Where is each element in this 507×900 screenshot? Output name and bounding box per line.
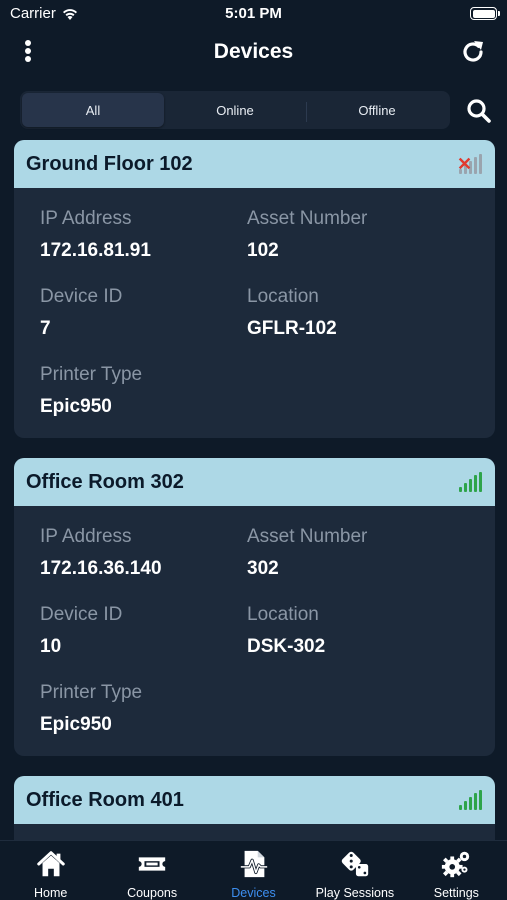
asset-number-label: Asset Number bbox=[247, 526, 368, 547]
tab-devices-label: Devices bbox=[231, 886, 276, 900]
device-id-label: Device ID bbox=[40, 604, 123, 625]
tab-settings-label: Settings bbox=[433, 886, 479, 900]
device-id-label: Device ID bbox=[40, 286, 123, 307]
asset-number-value: 102 bbox=[247, 240, 279, 261]
asset-number-value: 302 bbox=[247, 558, 279, 579]
device-list: Ground Floor 102 ✕ IP Address 172.16.81.… bbox=[14, 140, 495, 884]
ip-address-label: IP Address bbox=[40, 208, 132, 229]
battery-icon bbox=[470, 7, 500, 20]
tab-play-sessions-label: Play Sessions bbox=[315, 886, 395, 900]
filter-all[interactable]: All bbox=[22, 93, 164, 127]
device-card-header: Ground Floor 102 ✕ bbox=[14, 140, 495, 188]
printer-type-value: Epic950 bbox=[40, 396, 112, 417]
tab-devices[interactable]: Devices bbox=[203, 841, 304, 900]
home-icon bbox=[36, 851, 65, 877]
signal-online-icon bbox=[459, 472, 483, 492]
device-card[interactable]: Ground Floor 102 ✕ IP Address 172.16.81.… bbox=[14, 140, 495, 438]
tab-home[interactable]: Home bbox=[0, 841, 101, 900]
signal-offline-icon: ✕ bbox=[457, 154, 483, 174]
device-card-header: Office Room 302 bbox=[14, 458, 495, 506]
location-field: Location GFLR-102 bbox=[247, 286, 337, 340]
clock: 5:01 PM bbox=[225, 5, 282, 22]
device-id-value: 7 bbox=[40, 318, 51, 339]
asset-number-field: Asset Number 302 bbox=[247, 526, 367, 580]
printer-type-value: Epic950 bbox=[40, 714, 112, 735]
status-filter: All Online Offline bbox=[20, 91, 450, 129]
device-card[interactable]: Office Room 302 IP Address 172.16.36.140… bbox=[14, 458, 495, 756]
location-field: Location DSK-302 bbox=[247, 604, 325, 658]
page-title: Devices bbox=[213, 40, 294, 63]
signal-online-icon bbox=[459, 790, 483, 810]
device-card-header: Office Room 401 bbox=[14, 776, 495, 824]
printer-type-label: Printer Type bbox=[40, 364, 143, 385]
tab-bar: Home Coupons Devices Play Sessions Setti… bbox=[0, 840, 507, 900]
filter-offline[interactable]: Offline bbox=[306, 93, 448, 127]
location-value: GFLR-102 bbox=[247, 318, 337, 339]
tab-play-sessions[interactable]: Play Sessions bbox=[304, 841, 405, 900]
device-id-field: Device ID 10 bbox=[40, 604, 122, 658]
tab-coupons-label: Coupons bbox=[127, 886, 178, 900]
tab-coupons[interactable]: Coupons bbox=[101, 841, 202, 900]
gears-icon bbox=[442, 851, 470, 878]
device-details: IP Address 172.16.36.140 Asset Number 30… bbox=[14, 506, 495, 756]
filter-online[interactable]: Online bbox=[164, 93, 306, 127]
device-name: Office Room 302 bbox=[26, 470, 184, 493]
ip-address-value: 172.16.36.140 bbox=[40, 558, 162, 579]
asset-number-field: Asset Number 102 bbox=[247, 208, 367, 262]
navigation-bar: Devices bbox=[0, 28, 507, 78]
device-id-field: Device ID 7 bbox=[40, 286, 122, 340]
ticket-icon bbox=[138, 857, 166, 871]
ip-address-field: IP Address 172.16.36.140 bbox=[40, 526, 162, 580]
tab-settings[interactable]: Settings bbox=[406, 841, 507, 900]
printer-type-field: Printer Type Epic950 bbox=[40, 364, 142, 418]
status-bar: Carrier 5:01 PM bbox=[0, 0, 507, 28]
search-icon[interactable] bbox=[465, 97, 493, 125]
device-details: IP Address 172.16.81.91 Asset Number 102… bbox=[14, 188, 495, 438]
ip-address-label: IP Address bbox=[40, 526, 132, 547]
location-label: Location bbox=[247, 604, 319, 625]
device-name: Office Room 401 bbox=[26, 788, 184, 811]
location-value: DSK-302 bbox=[247, 636, 326, 657]
device-id-value: 10 bbox=[40, 636, 62, 657]
asset-number-label: Asset Number bbox=[247, 208, 368, 229]
printer-type-label: Printer Type bbox=[40, 682, 143, 703]
dice-icon bbox=[341, 851, 369, 877]
device-name: Ground Floor 102 bbox=[26, 152, 193, 175]
ip-address-field: IP Address 172.16.81.91 bbox=[40, 208, 151, 262]
device-pulse-icon bbox=[240, 850, 267, 878]
devices-screen: Carrier 5:01 PM Devices All Online Offli… bbox=[0, 0, 507, 900]
printer-type-field: Printer Type Epic950 bbox=[40, 682, 142, 736]
refresh-icon[interactable] bbox=[459, 38, 487, 66]
tab-home-label: Home bbox=[34, 886, 68, 900]
ip-address-value: 172.16.81.91 bbox=[40, 240, 151, 261]
location-label: Location bbox=[247, 286, 319, 307]
